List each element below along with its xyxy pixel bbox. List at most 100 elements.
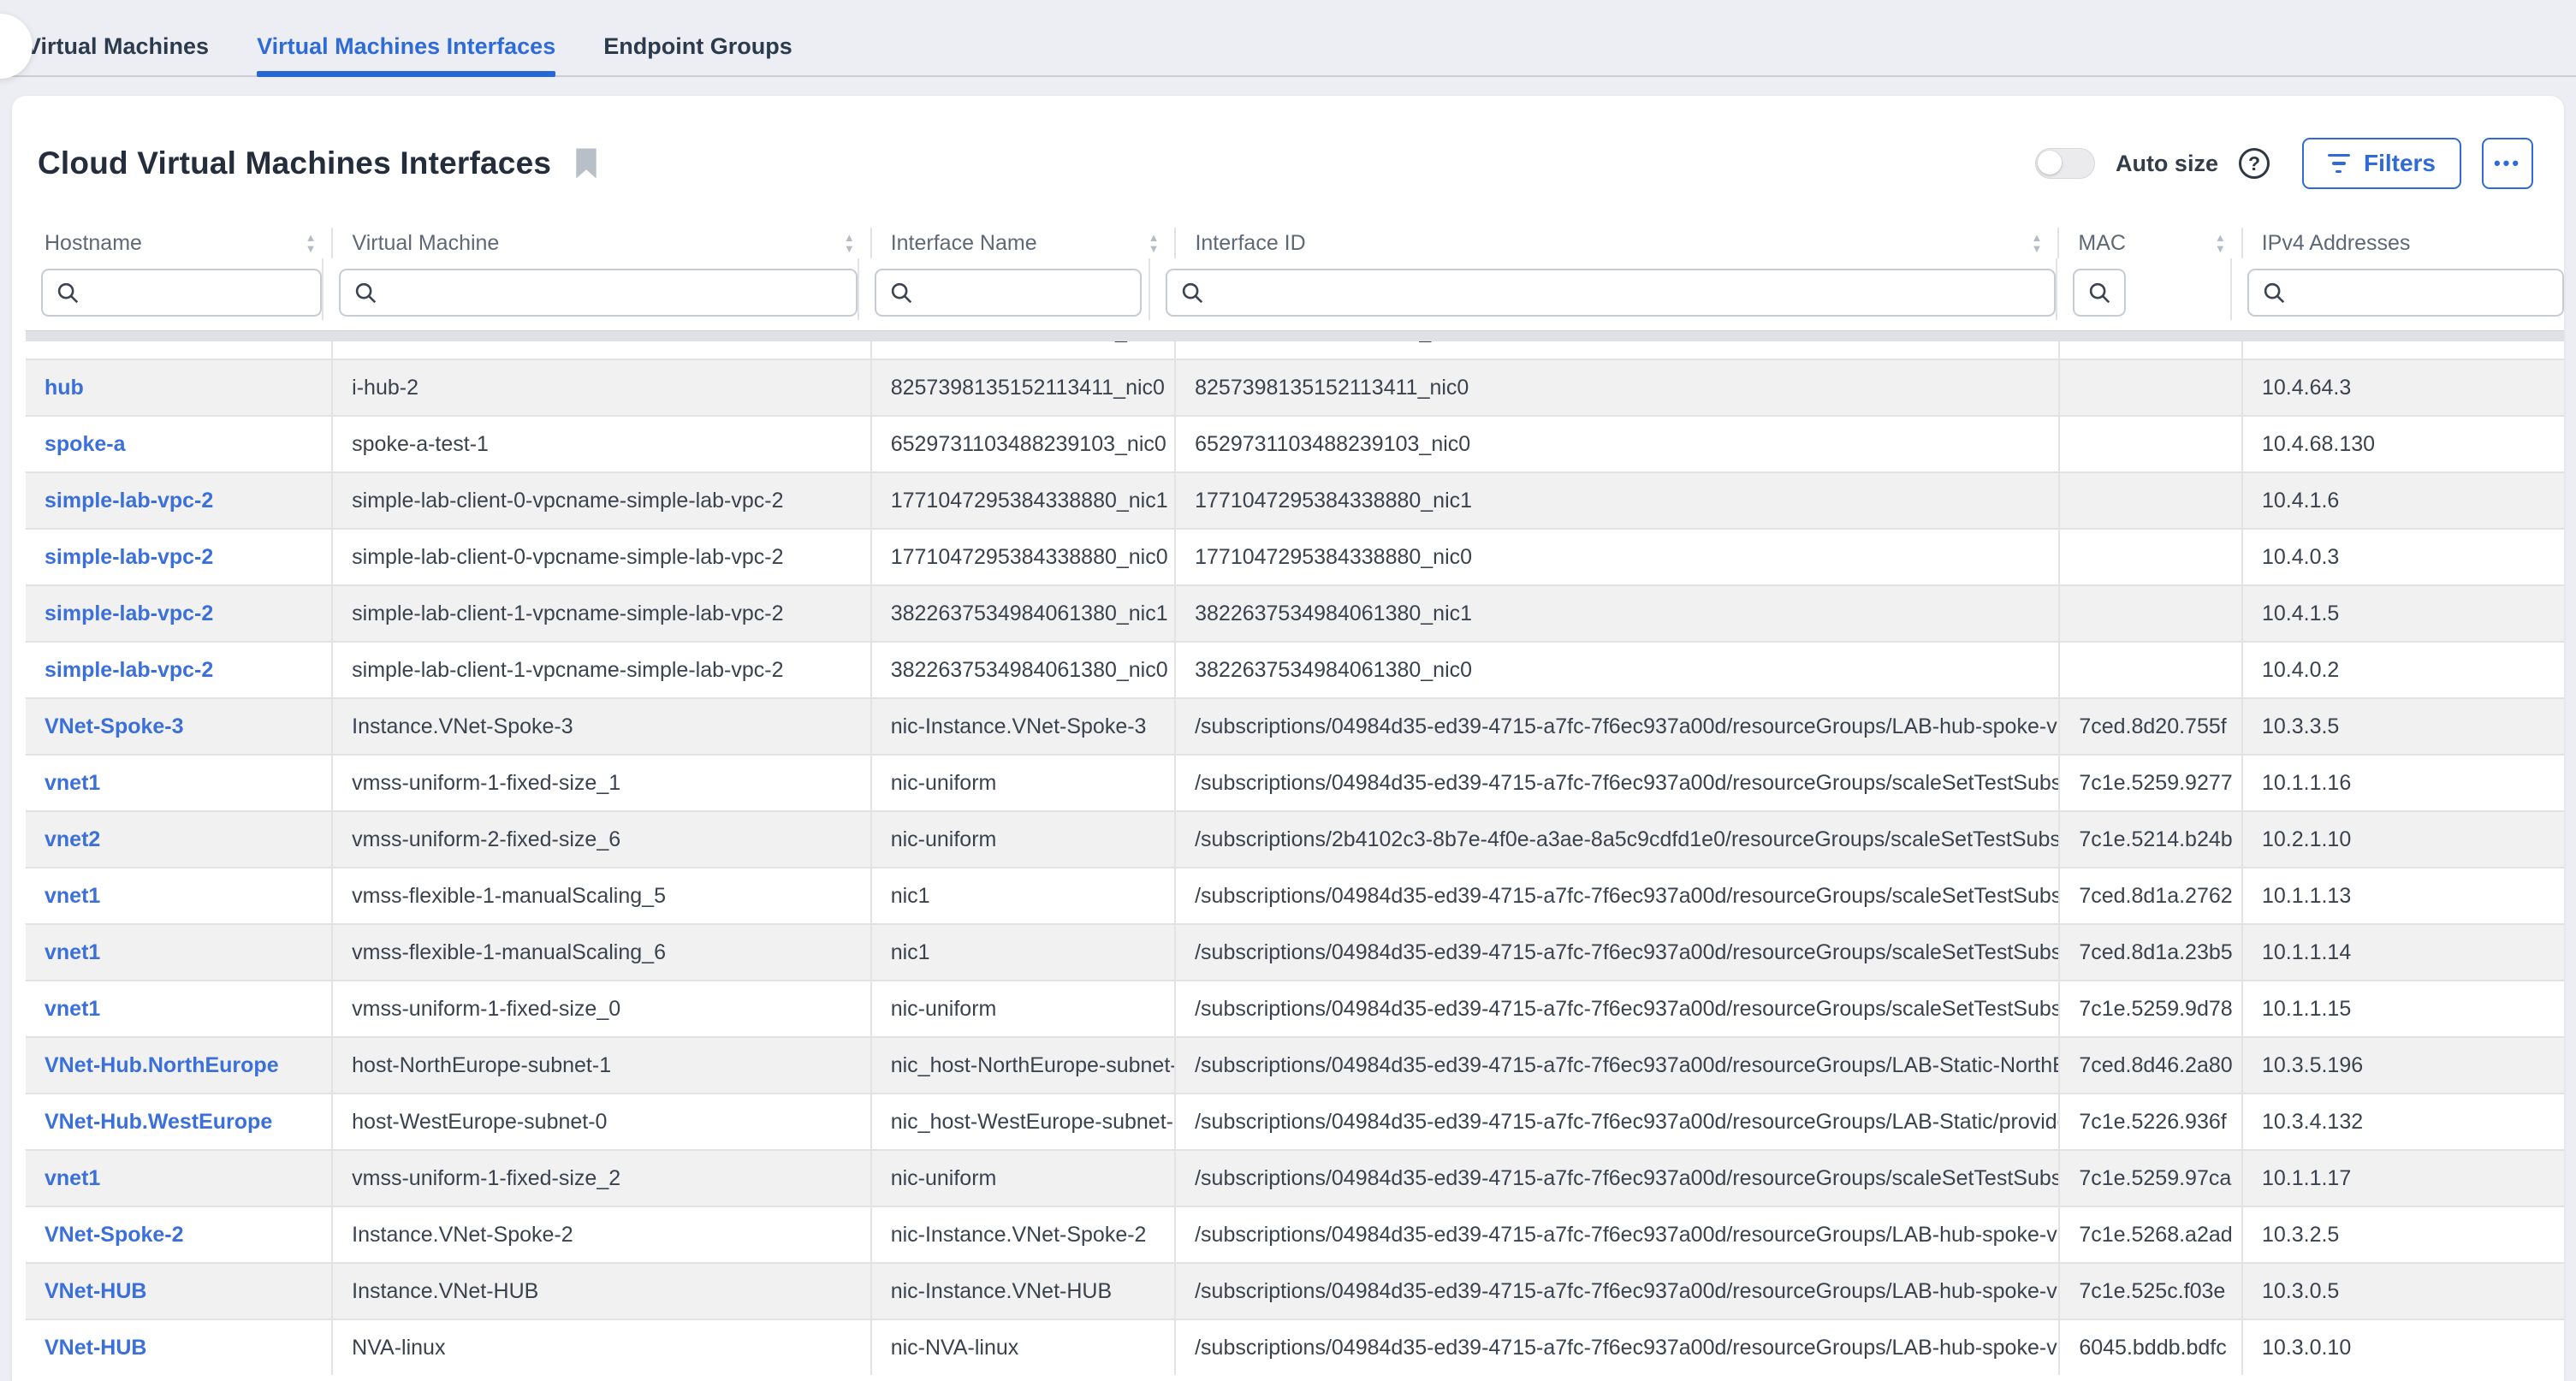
sort-icon-virtual_machine[interactable]: ▲▼ xyxy=(844,234,855,253)
cell-interface_id: /subscriptions/04984d35-ed39-4715-a7fc-7… xyxy=(1174,756,2058,810)
cell-mac: 7ced.8d1a.23b5 xyxy=(2058,925,2241,980)
tab-endpoint-groups[interactable]: Endpoint Groups xyxy=(603,33,792,75)
hostname-link[interactable]: VNet-Spoke-2 xyxy=(45,1223,184,1248)
page-title: Cloud Virtual Machines Interfaces xyxy=(38,145,551,181)
tab-virtual-machines[interactable]: Virtual Machines xyxy=(26,33,209,75)
table-row: vnet1vmss-flexible-1-manualScaling_5nic1… xyxy=(26,868,2564,925)
search-box-virtual_machine xyxy=(339,269,858,317)
cell-interface_name: 8257398135152113410_nic0 xyxy=(870,341,1174,359)
cell-mac: 7c1e.5214.b24b xyxy=(2058,812,2241,867)
table-row: vnet1vmss-uniform-1-fixed-size_2nic-unif… xyxy=(26,1151,2564,1207)
cell-interface_name: 1771047295384338880_nic1 xyxy=(870,473,1174,528)
filters-button-label: Filters xyxy=(2364,150,2436,177)
hostname-link[interactable]: vnet2 xyxy=(45,827,100,852)
tab-virtual-machines-interfaces[interactable]: Virtual Machines Interfaces xyxy=(257,33,555,75)
cell-interface_id: /subscriptions/04984d35-ed39-4715-a7fc-7… xyxy=(1174,925,2058,980)
hostname-link[interactable]: simple-lab-vpc-2 xyxy=(45,545,213,570)
column-header-hostname[interactable]: Hostname ▲▼ xyxy=(26,228,331,258)
cell-virtual_machine: simple-lab-client-1-vpcname-simple-lab-v… xyxy=(331,643,870,697)
column-header-virtual_machine[interactable]: Virtual Machine ▲▼ xyxy=(331,228,870,258)
search-input-virtual_machine[interactable] xyxy=(387,280,856,305)
table-row: simple-lab-vpc-2simple-lab-client-0-vpcn… xyxy=(26,473,2564,530)
cell-hostname: VNet-Hub.WestEurope xyxy=(26,1094,331,1149)
bookmark-icon[interactable] xyxy=(573,147,599,180)
hostname-link[interactable]: simple-lab-vpc-2 xyxy=(45,602,213,626)
help-icon[interactable]: ? xyxy=(2239,148,2270,179)
cell-interface_name: nic_host-NorthEurope-subnet-1 xyxy=(870,1038,1174,1093)
hostname-link[interactable]: spoke-a xyxy=(45,432,125,457)
hostname-link[interactable]: hub xyxy=(45,341,84,344)
hostname-link[interactable]: VNet-Hub.NorthEurope xyxy=(45,1053,279,1078)
filters-button[interactable]: Filters xyxy=(2302,138,2461,189)
hostname-link[interactable]: vnet1 xyxy=(45,1166,100,1191)
cell-hostname: VNet-Hub.NorthEurope xyxy=(26,1038,331,1093)
sort-icon-mac[interactable]: ▲▼ xyxy=(2215,234,2226,253)
cell-mac: 7c1e.5226.936f xyxy=(2058,1094,2241,1149)
sort-icon-interface_name[interactable]: ▲▼ xyxy=(1149,234,1160,253)
column-label-mac: MAC xyxy=(2078,231,2126,256)
cell-mac: 7ced.8d46.2a80 xyxy=(2058,1038,2241,1093)
search-cell-interface_id xyxy=(1149,258,2056,320)
search-box-ipv4 xyxy=(2247,269,2564,317)
hostname-link[interactable]: vnet1 xyxy=(45,771,100,796)
more-options-button[interactable]: ••• xyxy=(2482,138,2533,189)
hostname-link[interactable]: vnet1 xyxy=(45,997,100,1022)
cell-interface_id: /subscriptions/2b4102c3-8b7e-4f0e-a3ae-8… xyxy=(1174,812,2058,867)
column-header-ipv4[interactable]: IPv4 Addresses xyxy=(2241,228,2564,258)
auto-size-toggle[interactable] xyxy=(2035,148,2095,179)
column-label-hostname: Hostname xyxy=(45,231,142,256)
table-row: simple-lab-vpc-2simple-lab-client-1-vpcn… xyxy=(26,586,2564,643)
cell-interface_id: 6529731103488239103_nic0 xyxy=(1174,417,2058,471)
cell-ipv4: 10.3.2.5 xyxy=(2241,1207,2564,1262)
table-search-row xyxy=(26,258,2564,320)
hostname-link[interactable]: VNet-HUB xyxy=(45,1279,146,1304)
search-input-hostname[interactable] xyxy=(89,280,320,305)
hostname-link[interactable]: hub xyxy=(45,376,84,400)
table-row: vnet1vmss-uniform-1-fixed-size_0nic-unif… xyxy=(26,981,2564,1038)
sort-icon-interface_id[interactable]: ▲▼ xyxy=(2032,234,2043,253)
search-input-mac[interactable] xyxy=(2121,280,2124,305)
cell-interface_id: /subscriptions/04984d35-ed39-4715-a7fc-7… xyxy=(1174,1094,2058,1149)
cell-interface_name: 8257398135152113411_nic0 xyxy=(870,360,1174,415)
cell-mac: 7c1e.525c.f03e xyxy=(2058,1264,2241,1319)
cell-interface_name: nic1 xyxy=(870,868,1174,923)
hostname-link[interactable]: VNet-HUB xyxy=(45,1336,146,1360)
column-header-interface_name[interactable]: Interface Name▲▼ xyxy=(870,228,1175,258)
column-header-mac[interactable]: MAC ▲▼ xyxy=(2057,228,2241,258)
hostname-link[interactable]: VNet-Spoke-3 xyxy=(45,714,184,739)
cell-ipv4: 10.4.64.3 xyxy=(2241,360,2564,415)
cell-ipv4: 10.4.1.5 xyxy=(2241,586,2564,641)
table-row: vnet1vmss-uniform-1-fixed-size_1nic-unif… xyxy=(26,756,2564,812)
hostname-link[interactable]: vnet1 xyxy=(45,884,100,909)
cell-virtual_machine: vmss-flexible-1-manualScaling_6 xyxy=(331,925,870,980)
search-cell-interface_name xyxy=(858,258,1149,320)
search-icon xyxy=(55,280,80,305)
search-input-interface_name[interactable] xyxy=(923,280,1140,305)
cell-interface_name: 3822637534984061380_nic1 xyxy=(870,586,1174,641)
cell-mac xyxy=(2058,341,2241,359)
table-row: hubi-hub-18257398135152113410_nic0825739… xyxy=(26,341,2564,360)
column-header-interface_id[interactable]: Interface ID▲▼ xyxy=(1174,228,2057,258)
cell-mac: 7ced.8d20.755f xyxy=(2058,699,2241,754)
table-row: hubi-hub-28257398135152113411_nic0825739… xyxy=(26,360,2564,417)
cell-interface_name: nic1 xyxy=(870,925,1174,980)
hostname-link[interactable]: vnet1 xyxy=(45,940,100,965)
hostname-link[interactable]: simple-lab-vpc-2 xyxy=(45,658,213,683)
hostname-link[interactable]: simple-lab-vpc-2 xyxy=(45,489,213,513)
cell-mac xyxy=(2058,417,2241,471)
table-body: hubi-hub-18257398135152113410_nic0825739… xyxy=(26,341,2564,1375)
search-input-ipv4[interactable] xyxy=(2295,280,2562,305)
cell-virtual_machine: vmss-uniform-1-fixed-size_2 xyxy=(331,1151,870,1206)
hostname-link[interactable]: VNet-Hub.WestEurope xyxy=(45,1110,272,1135)
column-label-virtual_machine: Virtual Machine xyxy=(352,231,499,256)
search-box-interface_name xyxy=(875,269,1142,317)
table-body-rows: hubi-hub-18257398135152113410_nic0825739… xyxy=(26,341,2564,1375)
sort-icon-hostname[interactable]: ▲▼ xyxy=(306,234,317,253)
cell-mac: 7c1e.5259.9d78 xyxy=(2058,981,2241,1036)
horizontal-scrollbar[interactable] xyxy=(26,330,2564,341)
search-input-interface_id[interactable] xyxy=(1214,280,2054,305)
cell-hostname: vnet1 xyxy=(26,868,331,923)
cell-interface_id: /subscriptions/04984d35-ed39-4715-a7fc-7… xyxy=(1174,1207,2058,1262)
cell-interface_name: nic-Instance.VNet-HUB xyxy=(870,1264,1174,1319)
table-row: VNet-Spoke-2Instance.VNet-Spoke-2nic-Ins… xyxy=(26,1207,2564,1264)
